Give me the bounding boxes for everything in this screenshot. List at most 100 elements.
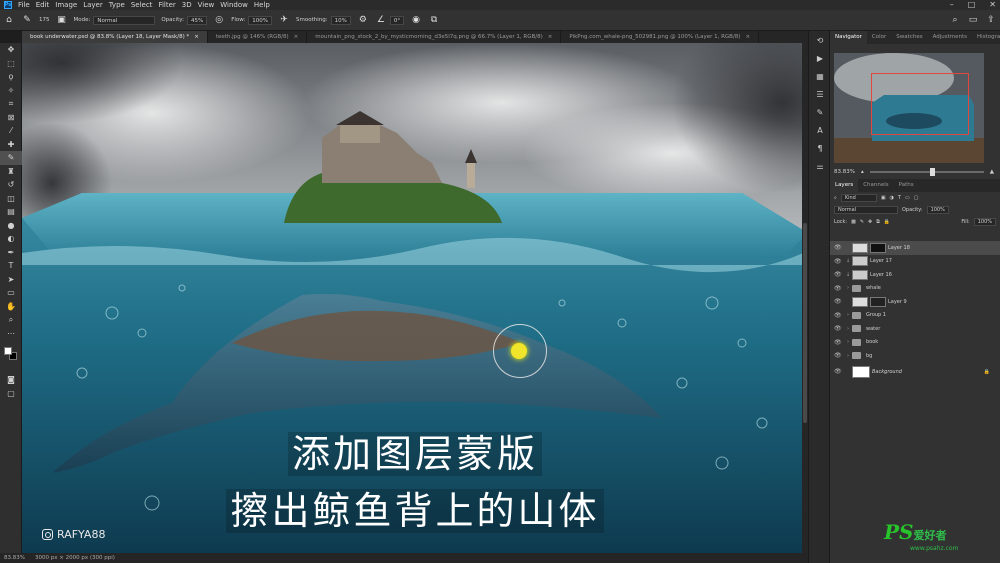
menu-filter[interactable]: Filter [158,1,175,9]
brush-settings-panel-icon[interactable]: ✎ [809,103,831,121]
menu-help[interactable]: Help [254,1,270,9]
chevron-right-icon[interactable]: › [844,285,852,291]
layer-mask-thumbnail[interactable] [870,242,886,253]
brush-tool-icon[interactable]: ✎ [22,15,32,25]
gradient-tool-icon[interactable]: ▤ [0,205,22,219]
color-swatches[interactable] [4,347,18,361]
quick-mask-icon[interactable]: ◙ [0,373,22,387]
tab-layers[interactable]: Layers [830,179,859,192]
photoshop-app-icon[interactable]: Ps [4,1,12,9]
pen-tool-icon[interactable]: ✒ [0,246,22,260]
zoom-out-icon[interactable]: ▴ [861,169,864,175]
layer-row[interactable]: 👁 › water [830,322,1000,336]
layer-row[interactable]: 👁 Layer 9 [830,295,1000,309]
tab-navigator[interactable]: Navigator [830,31,867,44]
tab-channels[interactable]: Channels [858,179,893,192]
home-icon[interactable]: ⌂ [4,15,14,25]
lock-artboard-icon[interactable]: ⧉ [876,219,880,225]
visibility-eye-icon[interactable]: 👁 [834,244,844,251]
layer-row[interactable]: 👁 › bg [830,349,1000,363]
screen-mode-icon[interactable]: ▢ [0,387,22,401]
eraser-tool-icon[interactable]: ◫ [0,192,22,206]
pressure-size-icon[interactable]: ◉ [411,15,421,25]
layer-row[interactable]: 👁 ↓ Layer 17 [830,255,1000,269]
document-canvas[interactable]: 添加图层蒙版 擦出鲸鱼背上的山体 RAFYA88 [22,43,808,553]
menu-file[interactable]: File [18,1,30,9]
blend-mode-select[interactable]: Normal [834,206,898,214]
maximize-icon[interactable]: □ [968,0,976,9]
document-size[interactable]: 3000 px × 2000 px (300 ppi) [35,555,115,561]
angle-field[interactable]: 0° [389,15,405,25]
lock-transparency-icon[interactable]: ▩ [851,219,856,225]
symmetry-icon[interactable]: ⧉ [429,15,439,25]
frame-tool-icon[interactable]: ⊠ [0,111,22,125]
zoom-slider-knob[interactable] [929,168,935,176]
lasso-tool-icon[interactable]: ϙ [0,70,22,84]
lock-all-icon[interactable]: 🔒 [884,219,890,225]
adjust-icon[interactable]: ⚌ [809,157,831,175]
dodge-tool-icon[interactable]: ◐ [0,232,22,246]
filter-adjust-icon[interactable]: ◑ [890,195,894,201]
blur-tool-icon[interactable]: ● [0,219,22,233]
libraries-icon[interactable]: ☰ [809,85,831,103]
menu-layer[interactable]: Layer [83,1,103,9]
layer-row[interactable]: 👁 Layer 18 [830,241,1000,255]
chevron-right-icon[interactable]: › [844,312,852,318]
menu-select[interactable]: Select [131,1,153,9]
filter-smart-icon[interactable]: ▢ [914,195,919,201]
shape-tool-icon[interactable]: ▭ [0,286,22,300]
chevron-right-icon[interactable]: › [844,326,852,332]
search-icon[interactable]: ⌕ [950,15,960,25]
layer-row[interactable]: 👁 › book [830,336,1000,350]
marquee-tool-icon[interactable]: ⬚ [0,57,22,71]
visibility-eye-icon[interactable]: 👁 [834,325,844,332]
hand-tool-icon[interactable]: ✋ [0,300,22,314]
layer-row[interactable]: 👁 ↓ Layer 16 [830,268,1000,282]
navigator-thumbnail[interactable] [834,53,984,163]
visibility-eye-icon[interactable]: 👁 [834,312,844,319]
navigator-view-frame[interactable] [871,73,969,135]
layer-row[interactable]: 👁 › whale [830,282,1000,296]
type-tool-icon[interactable]: T [0,259,22,273]
tab-close-icon[interactable]: × [745,34,750,40]
brush-tool-icon[interactable]: ✎ [0,151,22,165]
kind-filter-select[interactable]: Kind [840,194,877,202]
more-tools-icon[interactable]: ⋯ [0,327,22,341]
tab-mountain[interactable]: mountain_png_stock_2_by_mysticmorning_d3… [307,31,562,43]
properties-icon[interactable]: ▦ [809,67,831,85]
brush-size[interactable]: 175 [39,17,50,23]
stamp-tool-icon[interactable]: ♜ [0,165,22,179]
tab-teeth[interactable]: teeth.jpg @ 146% (RGB/8) × [208,31,308,43]
mode-select[interactable]: Normal [93,15,156,25]
visibility-eye-icon[interactable]: 👁 [834,285,844,292]
layer-row[interactable]: 👁 › Group 1 [830,309,1000,323]
pressure-opacity-icon[interactable]: ◎ [214,15,224,25]
tab-whale[interactable]: PikPng.com_whale-png_502981.png @ 100% (… [561,31,760,43]
visibility-eye-icon[interactable]: 👁 [834,271,844,278]
visibility-eye-icon[interactable]: 👁 [834,368,844,375]
menu-3d[interactable]: 3D [182,1,192,9]
fill-field[interactable]: 100% [973,218,996,226]
zoom-slider[interactable] [869,168,984,176]
minimize-icon[interactable]: – [950,0,954,9]
opacity-field[interactable]: 45% [186,15,208,25]
filter-shape-icon[interactable]: ▭ [905,195,910,201]
layer-row[interactable]: 👁 Background 🔒 [830,364,1000,379]
tab-color[interactable]: Color [867,31,891,44]
crop-tool-icon[interactable]: ⌗ [0,97,22,111]
move-tool-icon[interactable]: ✥ [0,43,22,57]
lock-position-icon[interactable]: ✥ [868,219,872,225]
tab-paths[interactable]: Paths [894,179,919,192]
menu-type[interactable]: Type [109,1,125,9]
visibility-eye-icon[interactable]: 👁 [834,298,844,305]
foreground-color-swatch[interactable] [4,347,12,355]
gear-icon[interactable]: ⚙ [358,15,368,25]
character-icon[interactable]: A [809,121,831,139]
eyedropper-tool-icon[interactable]: ⁄ [0,124,22,138]
visibility-eye-icon[interactable]: 👁 [834,258,844,265]
scrollbar-thumb[interactable] [803,223,807,423]
layer-mask-thumbnail[interactable] [870,296,886,307]
visibility-eye-icon[interactable]: 👁 [834,352,844,359]
actions-icon[interactable]: ▶ [809,49,831,67]
chevron-right-icon[interactable]: › [844,353,852,359]
